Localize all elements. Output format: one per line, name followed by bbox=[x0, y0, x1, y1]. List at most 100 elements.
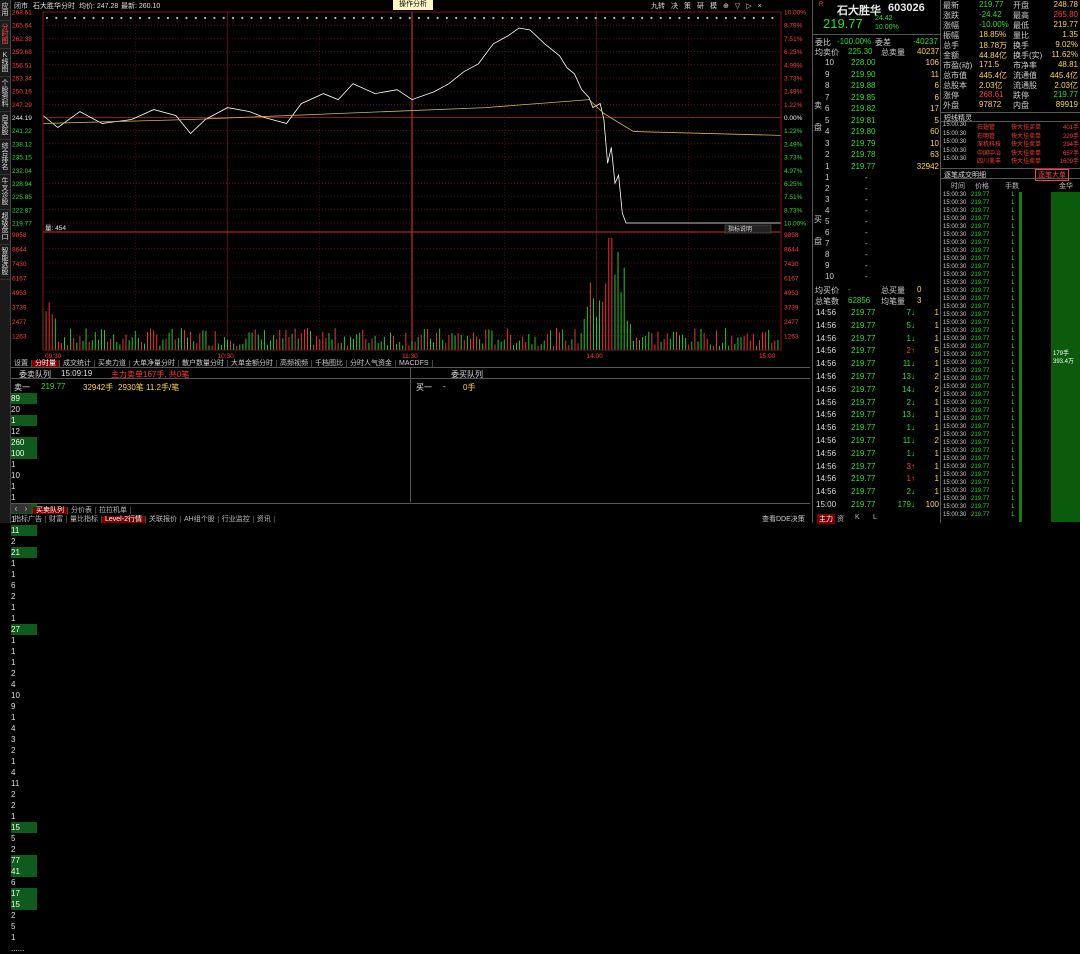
event-marker bbox=[706, 16, 709, 20]
detail-price: 219.77 bbox=[971, 312, 990, 318]
queue-cell: 17 bbox=[11, 888, 37, 899]
queue-sell-title: 委卖队列 bbox=[19, 370, 51, 379]
detail-vol: 1 bbox=[1011, 440, 1015, 446]
tool-button-6[interactable]: ▽ bbox=[735, 3, 740, 10]
indicator-tab-2[interactable]: 成交统计 bbox=[60, 360, 95, 367]
left-tab-8[interactable]: 智能选股 bbox=[0, 245, 10, 280]
intraday-chart[interactable]: 268.61 265.64 262.38 259.68 256.51 253.34 250.… bbox=[11, 10, 810, 358]
tick-price: 219.77 bbox=[851, 320, 876, 330]
sell-level-vol: 6 bbox=[934, 92, 939, 102]
pct-tick-label: 10.00% bbox=[784, 10, 806, 17]
detail-time: 15:00:30 bbox=[943, 448, 967, 454]
event-marker bbox=[45, 16, 49, 20]
sell-level-price: 219.82 bbox=[851, 104, 876, 113]
vol-tick-label: 8644 bbox=[12, 247, 27, 254]
detail-bigorder-button[interactable]: 逐笔大单 bbox=[1035, 169, 1069, 181]
queue-cell: 6 bbox=[11, 878, 16, 887]
tick-time: 14:56 bbox=[816, 397, 837, 407]
panel-tab-3[interactable]: L bbox=[871, 514, 879, 521]
tick-count: 1 bbox=[934, 474, 939, 484]
indicator-tab-4[interactable]: 大单净量分时 bbox=[130, 360, 179, 367]
indicator-tab-0[interactable]: 设置 bbox=[11, 360, 32, 367]
left-tab-6[interactable]: 牛叉诊股 bbox=[0, 175, 10, 210]
queue-cell: 1 bbox=[11, 460, 16, 469]
tool-button-8[interactable]: × bbox=[758, 3, 762, 10]
hdr-label-1: 均买价 bbox=[815, 286, 839, 295]
indicator-tab-10[interactable]: MACDFS bbox=[396, 360, 433, 367]
detail-vol: 1 bbox=[1011, 264, 1015, 270]
scroll-right-button[interactable]: › bbox=[21, 504, 31, 513]
pct-tick-label: 8.79% bbox=[784, 23, 803, 30]
price-tick-label: 250.16 bbox=[12, 89, 32, 96]
tool-button-4[interactable]: 模 bbox=[710, 3, 717, 10]
buy-level-num: 2 bbox=[825, 184, 830, 193]
indicator-tab-8[interactable]: 千档图比 bbox=[312, 360, 347, 367]
detail-vol: 1 bbox=[1011, 256, 1015, 262]
indicator-tab-9[interactable]: 分时人气资金 bbox=[347, 360, 396, 367]
left-tab-4[interactable]: 自选股 bbox=[0, 112, 10, 140]
left-tab-1[interactable]: 分时图 bbox=[0, 21, 10, 49]
detail-time: 15:00:30 bbox=[943, 424, 967, 430]
detail-columns: 时间 价格 手数 金华 bbox=[941, 181, 1080, 191]
tick-count: 100 bbox=[925, 500, 939, 509]
event-marker bbox=[120, 16, 123, 20]
event-marker bbox=[427, 16, 430, 20]
pct-tick-label: 3.73% bbox=[784, 155, 803, 162]
scroll-left-button[interactable]: ‹ bbox=[11, 504, 21, 513]
sell-level-num: 5 bbox=[825, 115, 830, 125]
price-tick-label: 235.15 bbox=[12, 155, 32, 162]
sell-level-vol: 5 bbox=[934, 115, 939, 125]
sell-side-label: 卖盘 bbox=[814, 101, 822, 132]
pct-tick-label: 8.73% bbox=[784, 207, 803, 214]
bottom-tab2-6[interactable]: 行业监控 bbox=[218, 516, 254, 523]
queue-cell: 89 bbox=[11, 393, 37, 404]
detail-price: 219.77 bbox=[971, 416, 990, 422]
pct-tick-label: 1.22% bbox=[784, 102, 803, 109]
tool-button-3[interactable]: 研 bbox=[697, 3, 704, 10]
bottom-tab2-7[interactable]: 资讯 bbox=[253, 516, 275, 523]
indicator-tab-5[interactable]: 散户数量分时 bbox=[179, 360, 228, 367]
detail-time: 15:00:30 bbox=[943, 488, 967, 494]
tool-button-7[interactable]: ▷ bbox=[746, 3, 751, 10]
bottom-tab2-1[interactable]: 财富 bbox=[46, 516, 67, 523]
tool-button-5[interactable]: ⊕ bbox=[723, 3, 729, 10]
left-tab-2[interactable]: K线图 bbox=[0, 49, 10, 77]
event-marker bbox=[399, 16, 402, 20]
bottom-tab2-0[interactable]: 指标广告 bbox=[11, 516, 46, 523]
tool-button-0[interactable]: 九转 bbox=[651, 3, 665, 10]
bottom-tab-0[interactable]: 买卖队列 bbox=[33, 507, 68, 514]
tick-arrow: ↓ bbox=[911, 384, 915, 394]
queue-cell: 1 bbox=[11, 647, 16, 656]
indicator-tab-6[interactable]: 大单金额分时 bbox=[228, 360, 277, 367]
tool-button-2[interactable]: 策 bbox=[684, 3, 691, 10]
order-book-panel: R 石大胜华 603026 219.77 24.42 10.00% 委比 -10… bbox=[812, 0, 941, 524]
tool-button-1[interactable]: 决 bbox=[671, 3, 678, 10]
sell1-avg: 11.2手/笔 bbox=[146, 383, 180, 392]
indicator-tab-3[interactable]: 买卖力道 bbox=[95, 360, 130, 367]
stat-value-2: 1.35 bbox=[1062, 30, 1078, 39]
queue-hint: 主力卖单167手, 共0笔 bbox=[111, 370, 190, 379]
left-tab-3[interactable]: 个股资料 bbox=[0, 77, 10, 112]
queue-cell: 1 bbox=[11, 415, 37, 426]
bottom-tab2-4[interactable]: 关联报价 bbox=[145, 516, 181, 523]
bottom-tab2-2[interactable]: 量比指标 bbox=[67, 516, 102, 523]
indicator-tab-7[interactable]: 高频视频 bbox=[277, 360, 312, 367]
bottom-tab-2[interactable]: 拉拉机单 bbox=[96, 507, 131, 514]
indicator-tab-1[interactable]: 分时量 bbox=[32, 360, 60, 367]
operate-analysis-button[interactable]: 操作分析 bbox=[393, 0, 433, 10]
detail-vol: 1 bbox=[1011, 352, 1015, 358]
left-tab-0[interactable]: 应用 bbox=[0, 0, 10, 21]
sell-level-num: 9 bbox=[825, 69, 830, 79]
detail-time: 15:00:30 bbox=[943, 408, 967, 414]
detail-vol: 1 bbox=[1011, 320, 1015, 326]
bottom-tab2-5[interactable]: AH组个股 bbox=[180, 516, 219, 523]
left-tab-5[interactable]: 综合排名 bbox=[0, 140, 10, 175]
detail-time: 15:00:30 bbox=[943, 232, 967, 238]
bottom-tab2-3[interactable]: Level-2行情 bbox=[102, 516, 146, 523]
event-marker bbox=[287, 16, 290, 20]
stat-value: 97872 bbox=[979, 100, 1002, 109]
left-tab-7[interactable]: 超级盘口 bbox=[0, 210, 10, 245]
bottom-tab-1[interactable]: 分价表 bbox=[68, 507, 96, 514]
panel-tab-2[interactable]: K bbox=[853, 514, 862, 521]
event-marker bbox=[715, 16, 718, 20]
